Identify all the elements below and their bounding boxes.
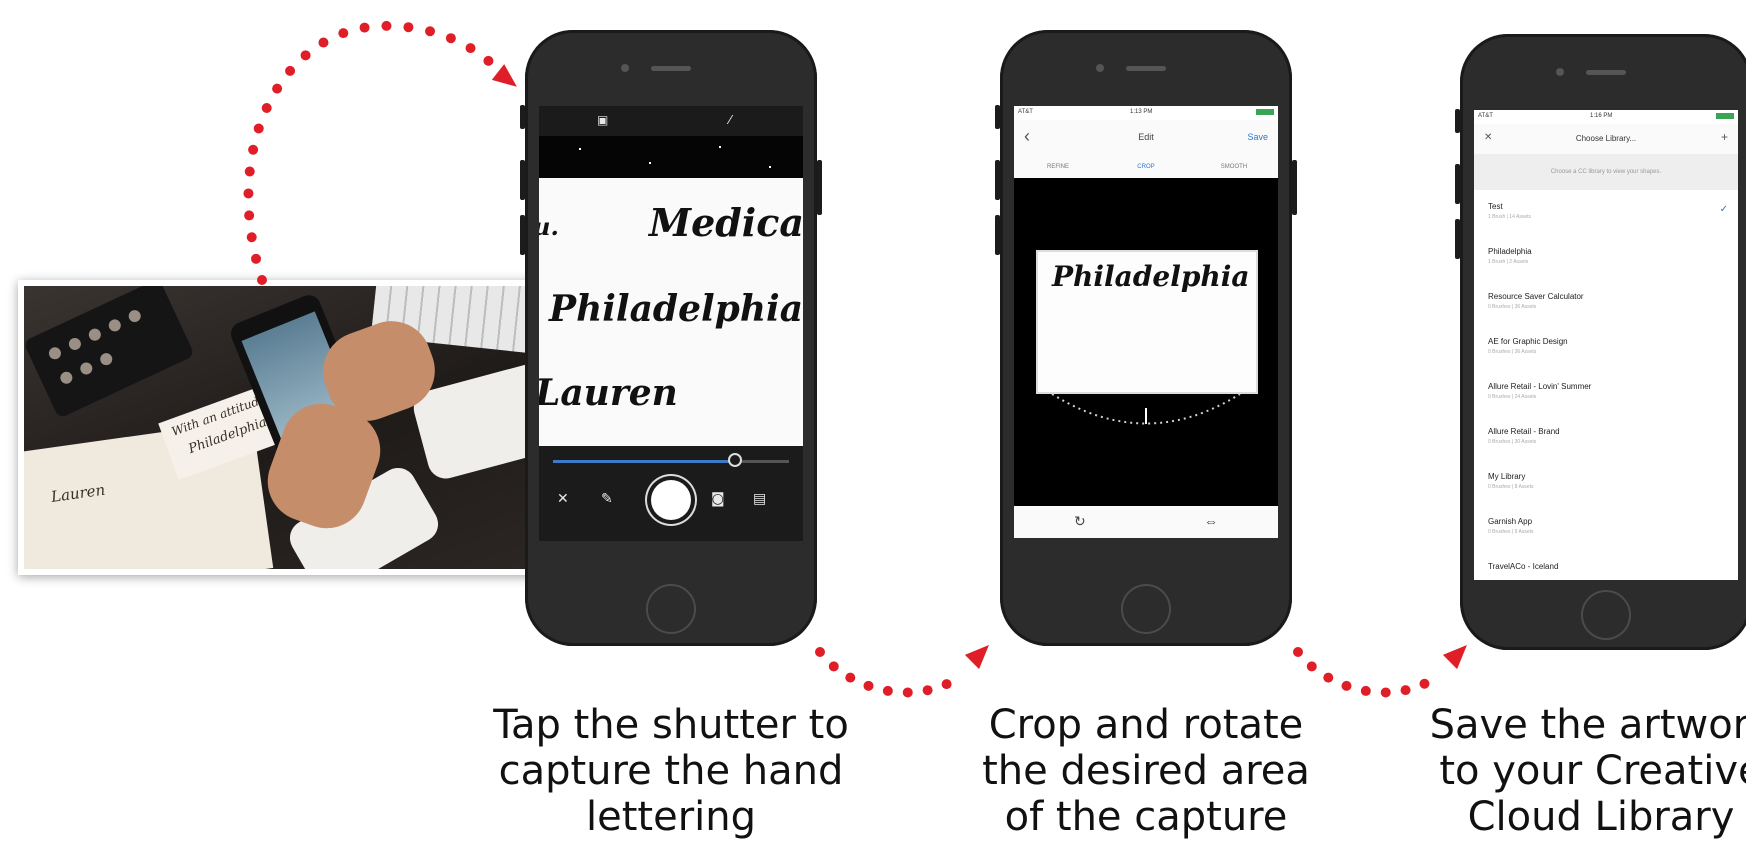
arrow-dot	[381, 20, 392, 31]
arrow-dot	[1306, 661, 1317, 672]
flow-arrows	[243, 20, 1467, 698]
arrow-dot	[244, 166, 255, 177]
arrow-dot	[300, 50, 311, 61]
arrow-dot	[251, 253, 262, 264]
arrow-dot	[1400, 685, 1411, 696]
arrow-dot	[257, 275, 267, 285]
arrowhead-icon	[964, 645, 989, 670]
arrow-dot	[253, 123, 264, 134]
arrow-dot	[922, 685, 933, 696]
arrow-dot	[403, 22, 414, 33]
arrow-dot	[244, 210, 255, 221]
arrow-dot	[425, 26, 436, 37]
arrow-dot	[941, 679, 952, 690]
arrow-dot	[285, 65, 296, 76]
arrow-dot	[338, 28, 349, 39]
arrow-dot	[272, 83, 283, 94]
arrow-dot	[863, 680, 874, 691]
arrow-dot	[828, 661, 839, 672]
arrow-dot	[465, 43, 476, 54]
arrow-dot	[1419, 678, 1430, 689]
arrow-dot	[318, 37, 329, 48]
arrowhead-icon	[491, 64, 517, 87]
arrow-dot	[1360, 685, 1371, 696]
arrow-dot	[1323, 672, 1334, 683]
arrow-dot	[815, 647, 825, 657]
arrow-dot	[246, 232, 257, 243]
arrow-dot	[359, 22, 370, 33]
arrow-dot	[1341, 680, 1352, 691]
arrow-dot	[261, 103, 272, 114]
arrow-dot	[1293, 647, 1303, 657]
arrow-dot	[902, 687, 913, 698]
arrow-dot	[1380, 687, 1391, 698]
arrow-dot	[845, 672, 856, 683]
arrow-dot	[483, 55, 494, 66]
arrow-dot	[882, 685, 893, 696]
arrow-dot	[248, 144, 259, 155]
arrowhead-icon	[1442, 645, 1467, 670]
arrow-dot	[243, 188, 254, 199]
arrow-dot	[445, 33, 456, 44]
